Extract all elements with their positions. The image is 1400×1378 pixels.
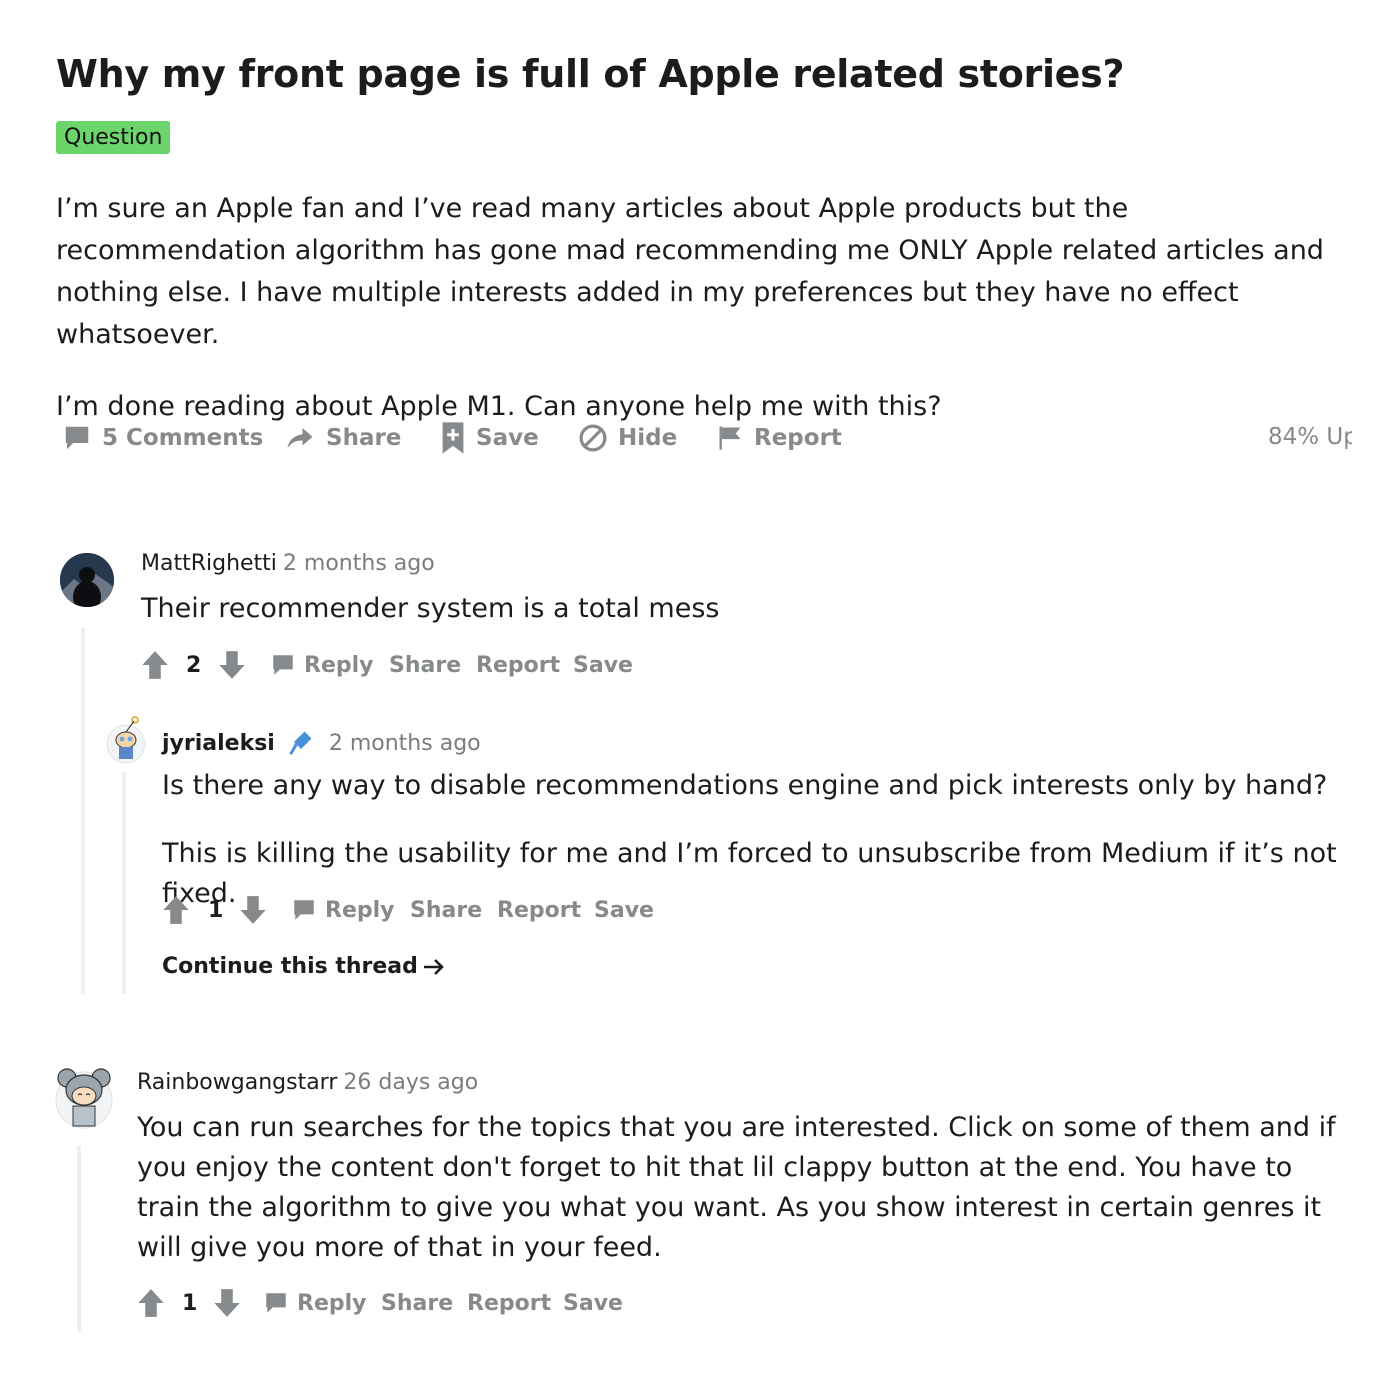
upvote-arrow-icon xyxy=(142,651,168,679)
upvote-ratio: 84% Upvoted xyxy=(1268,424,1352,450)
reply-button[interactable]: Reply xyxy=(270,645,374,685)
timestamp[interactable]: 2 months ago xyxy=(283,551,435,576)
thread-line[interactable] xyxy=(77,1146,81,1332)
comment-body: You can run searches for the topics that… xyxy=(137,1108,1362,1296)
share-button[interactable]: Share xyxy=(381,1283,453,1323)
report-button[interactable]: Report xyxy=(497,890,581,930)
comment-meta: jyrialeksi 2 months ago xyxy=(162,728,481,756)
upvote-arrow-icon xyxy=(138,1289,164,1317)
report-label: Report xyxy=(754,425,842,451)
downvote-arrow-icon xyxy=(219,651,245,679)
comment-icon xyxy=(65,426,89,450)
arrow-right-icon xyxy=(423,958,444,975)
post-flair[interactable]: Question xyxy=(56,121,171,154)
comment-icon xyxy=(266,1293,286,1313)
avatar[interactable] xyxy=(60,553,114,607)
reply-button[interactable]: Reply xyxy=(291,890,395,930)
comment-meta: Rainbowgangstarr 26 days ago xyxy=(137,1070,478,1095)
comments-count: 5 Comments xyxy=(102,425,264,451)
upvote-button[interactable] xyxy=(141,645,169,685)
hide-button[interactable]: Hide xyxy=(578,416,677,460)
report-button[interactable]: Report xyxy=(716,416,842,460)
share-button[interactable]: Share xyxy=(389,645,461,685)
reply-button[interactable]: Reply xyxy=(263,1283,367,1323)
comment-icon xyxy=(294,900,314,920)
thread-line[interactable] xyxy=(122,772,126,994)
save-button[interactable]: Save xyxy=(594,890,654,930)
profile-photo xyxy=(60,553,114,607)
comment-icon xyxy=(273,655,293,675)
comment-paragraph: You can run searches for the topics that… xyxy=(137,1112,1336,1263)
save-button[interactable]: Save xyxy=(573,645,633,685)
downvote-button[interactable] xyxy=(213,1283,241,1323)
comment-actions: 2 Reply Share Report Save xyxy=(141,645,661,685)
save-button[interactable]: Save xyxy=(563,1283,623,1323)
username[interactable]: Rainbowgangstarr xyxy=(137,1070,337,1095)
username[interactable]: jyrialeksi xyxy=(162,731,275,756)
comment-actions: 1 Reply Share Report Save xyxy=(162,890,682,930)
hide-icon xyxy=(579,424,607,452)
comment-paragraph: Their recommender system is a total mess xyxy=(141,593,720,624)
timestamp[interactable]: 26 days ago xyxy=(343,1070,478,1095)
post-paragraph: I’m sure an Apple fan and I’ve read many… xyxy=(56,193,1324,350)
comment-actions: 1 Reply Share Report Save xyxy=(137,1283,657,1323)
comment-meta: MattRighetti 2 months ago xyxy=(141,551,435,576)
continue-thread-label: Continue this thread xyxy=(162,954,418,979)
reply-label: Reply xyxy=(297,1290,367,1316)
comments-button[interactable]: 5 Comments xyxy=(62,416,263,460)
post-title: Why my front page is full of Apple relat… xyxy=(56,52,1125,96)
share-button[interactable]: Share xyxy=(410,890,482,930)
avatar[interactable] xyxy=(55,1064,113,1130)
report-button[interactable]: Report xyxy=(476,645,560,685)
thread-line[interactable] xyxy=(81,628,85,994)
timestamp[interactable]: 2 months ago xyxy=(329,731,481,756)
upvote-button[interactable] xyxy=(137,1283,165,1323)
koala-snoo-avatar xyxy=(55,1068,113,1129)
share-icon xyxy=(287,428,313,448)
reply-label: Reply xyxy=(304,652,374,678)
microphone-icon xyxy=(289,731,312,755)
reply-label: Reply xyxy=(325,897,395,923)
save-button[interactable]: Save xyxy=(440,416,539,460)
downvote-button[interactable] xyxy=(218,645,246,685)
share-label: Share xyxy=(326,425,402,451)
bookmark-plus-icon xyxy=(442,422,464,454)
report-button[interactable]: Report xyxy=(467,1283,551,1323)
upvote-button[interactable] xyxy=(162,890,190,930)
upvote-arrow-icon xyxy=(163,896,189,924)
share-button[interactable]: Share xyxy=(284,416,401,460)
downvote-arrow-icon xyxy=(240,896,266,924)
vote-score: 1 xyxy=(208,897,224,923)
continue-thread-link[interactable]: Continue this thread xyxy=(162,954,446,979)
downvote-button[interactable] xyxy=(239,890,267,930)
username[interactable]: MattRighetti xyxy=(141,551,277,576)
avatar[interactable] xyxy=(106,716,146,764)
downvote-arrow-icon xyxy=(214,1289,240,1317)
vote-score: 2 xyxy=(186,652,202,678)
vote-score: 1 xyxy=(182,1290,198,1316)
snoo-avatar xyxy=(106,716,146,764)
flag-icon xyxy=(719,426,741,450)
save-label: Save xyxy=(476,425,539,451)
hide-label: Hide xyxy=(618,425,678,451)
comment-paragraph: Is there any way to disable recommendati… xyxy=(162,770,1328,801)
